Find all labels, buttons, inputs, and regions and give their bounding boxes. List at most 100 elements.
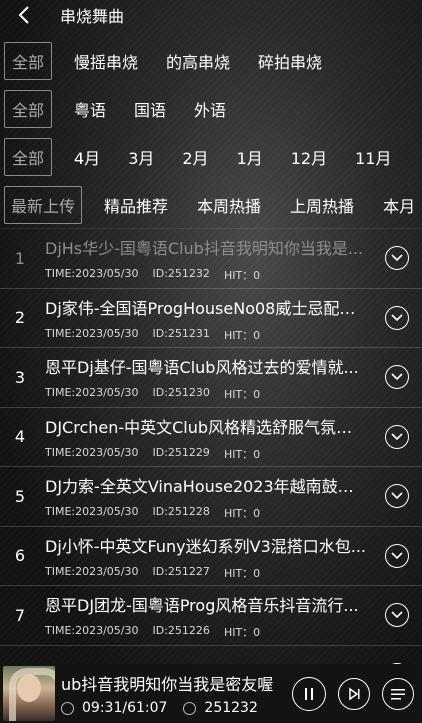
pause-button[interactable] — [292, 676, 326, 711]
track-body: DjHs华少-国粤语Club抖音我明知你当我是... TIME:2023/05/… — [40, 233, 422, 283]
track-title: Dj家伟-全国语ProgHouseNo08威士忌配冰... — [45, 298, 367, 318]
track-hit: HIT：0 — [223, 507, 261, 521]
track-row[interactable]: 6 Dj小怀-中英文Funy迷幻系列V3混搭口水包... TIME:2023/0… — [0, 527, 422, 586]
chevron-down-icon — [391, 552, 403, 559]
filter-option[interactable]: 3月 — [128, 145, 154, 169]
filter-option[interactable]: 11月 — [355, 145, 391, 169]
filter-option[interactable]: 国语 — [134, 97, 166, 121]
track-time: TIME:2023/05/30 — [45, 326, 139, 340]
playlist-button[interactable] — [382, 677, 414, 710]
player-meta: 09:31/61:07 251232 — [61, 700, 292, 716]
track-meta: TIME:2023/05/30 ID:251229 HIT：0 — [45, 446, 422, 462]
page-title: 串烧舞曲 — [60, 7, 125, 26]
track-body: DJ力索-全英文VinaHouse2023年越南鼓专... TIME:2023/… — [40, 471, 422, 521]
filter-option[interactable]: 本月 — [383, 193, 415, 217]
track-time: TIME:2023/05/30 — [45, 505, 139, 519]
track-title: DJCrchen-中英文Club风格精选舒服气氛轻... — [45, 417, 367, 437]
filter-option[interactable]: 慢摇串烧 — [74, 49, 138, 73]
track-title: DJ力索-全英文VinaHouse2023年越南鼓专... — [45, 477, 367, 497]
filter-panel: 全部 慢摇串烧 的高串烧 碎拍串烧 全部 粤语 国语 外语 全部 4月 3月 2… — [0, 37, 422, 229]
player-id: 251232 — [204, 700, 258, 716]
playlist-icon — [391, 688, 405, 699]
filter-option[interactable]: 1月 — [237, 145, 263, 169]
mini-player[interactable]: ub抖音我明知你当我是密友喔 09:31/61:07 251232 — [0, 664, 422, 723]
player-controls — [292, 676, 414, 711]
track-time: TIME:2023/05/30 — [45, 624, 139, 638]
track-id: ID:251232 — [152, 267, 210, 281]
filter-option[interactable]: 4月 — [74, 145, 100, 169]
chevron-down-icon — [391, 373, 403, 381]
track-time: TIME:2023/05/30 — [45, 564, 139, 578]
track-meta: TIME:2023/05/30 ID:251226 HIT：0 — [45, 624, 422, 640]
track-number: 4 — [14, 427, 26, 447]
track-id: ID:251230 — [152, 386, 210, 400]
filter-option[interactable]: 外语 — [194, 97, 226, 121]
track-title: Dj小怀-中英文Funy迷幻系列V3混搭口水包... — [45, 536, 367, 556]
track-row[interactable]: 8 新会DJ糖糖-全国语Club风格音乐阳光中风... — [0, 646, 422, 664]
track-row[interactable]: 5 DJ力索-全英文VinaHouse2023年越南鼓专... TIME:202… — [0, 467, 422, 527]
chevron-down-icon — [391, 254, 403, 262]
expand-more-button[interactable] — [385, 365, 409, 390]
track-hit: HIT：0 — [223, 269, 261, 283]
expand-more-button[interactable] — [385, 246, 409, 271]
expand-more-button[interactable] — [385, 543, 409, 568]
filter-option[interactable]: 2月 — [182, 145, 208, 169]
track-number: 6 — [14, 546, 26, 566]
filter-row-month: 全部 4月 3月 2月 1月 12月 11月 — [0, 133, 422, 181]
filter-row-sort: 最新上传 精品推荐 本周热播 上周热播 本月 — [0, 181, 422, 229]
filter-option[interactable]: 12月 — [291, 145, 327, 169]
filter-option[interactable]: 碎拍串烧 — [258, 49, 322, 73]
player-track-title: ub抖音我明知你当我是密友喔 — [61, 675, 274, 694]
track-row[interactable]: 7 恩平DJ团龙-国粤语Prog风格音乐抖音流行... TIME:2023/05… — [0, 586, 422, 646]
filter-row-language: 全部 粤语 国语 外语 — [0, 85, 422, 133]
filter-option[interactable]: 上周热播 — [290, 193, 354, 217]
track-meta: TIME:2023/05/30 ID:251230 HIT：0 — [45, 386, 422, 402]
filter-all-button[interactable]: 全部 — [4, 138, 52, 176]
track-meta: TIME:2023/05/30 ID:251231 HIT：0 — [45, 327, 422, 343]
expand-more-button[interactable] — [385, 603, 409, 628]
filter-all-button[interactable]: 全部 — [4, 42, 52, 80]
track-hit: HIT：0 — [223, 328, 261, 342]
track-hit: HIT：0 — [223, 447, 261, 461]
track-id: ID:251227 — [152, 564, 210, 578]
filter-option[interactable]: 粤语 — [74, 97, 106, 121]
track-number: 7 — [14, 605, 26, 625]
track-number: 1 — [14, 248, 26, 268]
track-body: 恩平DJ团龙-国粤语Prog风格音乐抖音流行... TIME:2023/05/3… — [40, 590, 422, 640]
track-row[interactable]: 4 DJCrchen-中英文Club风格精选舒服气氛轻... TIME:2023… — [0, 408, 422, 467]
track-time: TIME:2023/05/30 — [45, 386, 139, 400]
track-number: 3 — [14, 367, 26, 387]
app: 串烧舞曲 全部 慢摇串烧 的高串烧 碎拍串烧 全部 粤语 国语 外语 全部 4月… — [0, 0, 422, 723]
expand-more-button[interactable] — [385, 305, 409, 330]
filter-sort-button[interactable]: 最新上传 — [4, 186, 83, 224]
filter-all-button[interactable]: 全部 — [4, 90, 52, 128]
track-row[interactable]: 3 恩平Dj基仔-国粤语Club风格过去的爱情就... TIME:2023/05… — [0, 348, 422, 408]
filter-option[interactable]: 的高串烧 — [166, 49, 230, 73]
track-number: 5 — [14, 486, 26, 506]
track-title: 恩平Dj基仔-国粤语Club风格过去的爱情就... — [45, 358, 359, 378]
chevron-down-icon — [391, 433, 403, 440]
track-time: TIME:2023/05/30 — [45, 267, 139, 281]
next-button[interactable] — [338, 677, 370, 710]
player-time: 09:31/61:07 — [82, 700, 168, 716]
track-list: 1 DjHs华少-国粤语Club抖音我明知你当我是... TIME:2023/0… — [0, 228, 422, 664]
filter-option[interactable]: 本周热播 — [197, 193, 261, 217]
expand-more-button[interactable] — [385, 424, 409, 449]
chevron-down-icon — [391, 492, 403, 500]
chevron-down-icon — [391, 611, 403, 619]
track-number: 2 — [14, 308, 26, 328]
header: 串烧舞曲 — [0, 0, 422, 30]
track-title: DjHs华少-国粤语Club抖音我明知你当我是... — [45, 239, 364, 259]
track-hit: HIT：0 — [223, 566, 261, 580]
track-row[interactable]: 2 Dj家伟-全国语ProgHouseNo08威士忌配冰... TIME:202… — [0, 289, 422, 348]
expand-more-button[interactable] — [385, 484, 409, 509]
back-arrow-icon[interactable] — [14, 3, 34, 27]
track-id: ID:251228 — [152, 505, 210, 519]
track-hit: HIT：0 — [223, 626, 261, 640]
track-row[interactable]: 1 DjHs华少-国粤语Club抖音我明知你当我是... TIME:2023/0… — [0, 229, 422, 289]
filter-option[interactable]: 精品推荐 — [104, 193, 168, 217]
chevron-down-icon — [391, 314, 403, 321]
clock-icon — [61, 701, 74, 715]
album-cover[interactable] — [3, 666, 55, 721]
next-track-icon — [349, 687, 360, 700]
